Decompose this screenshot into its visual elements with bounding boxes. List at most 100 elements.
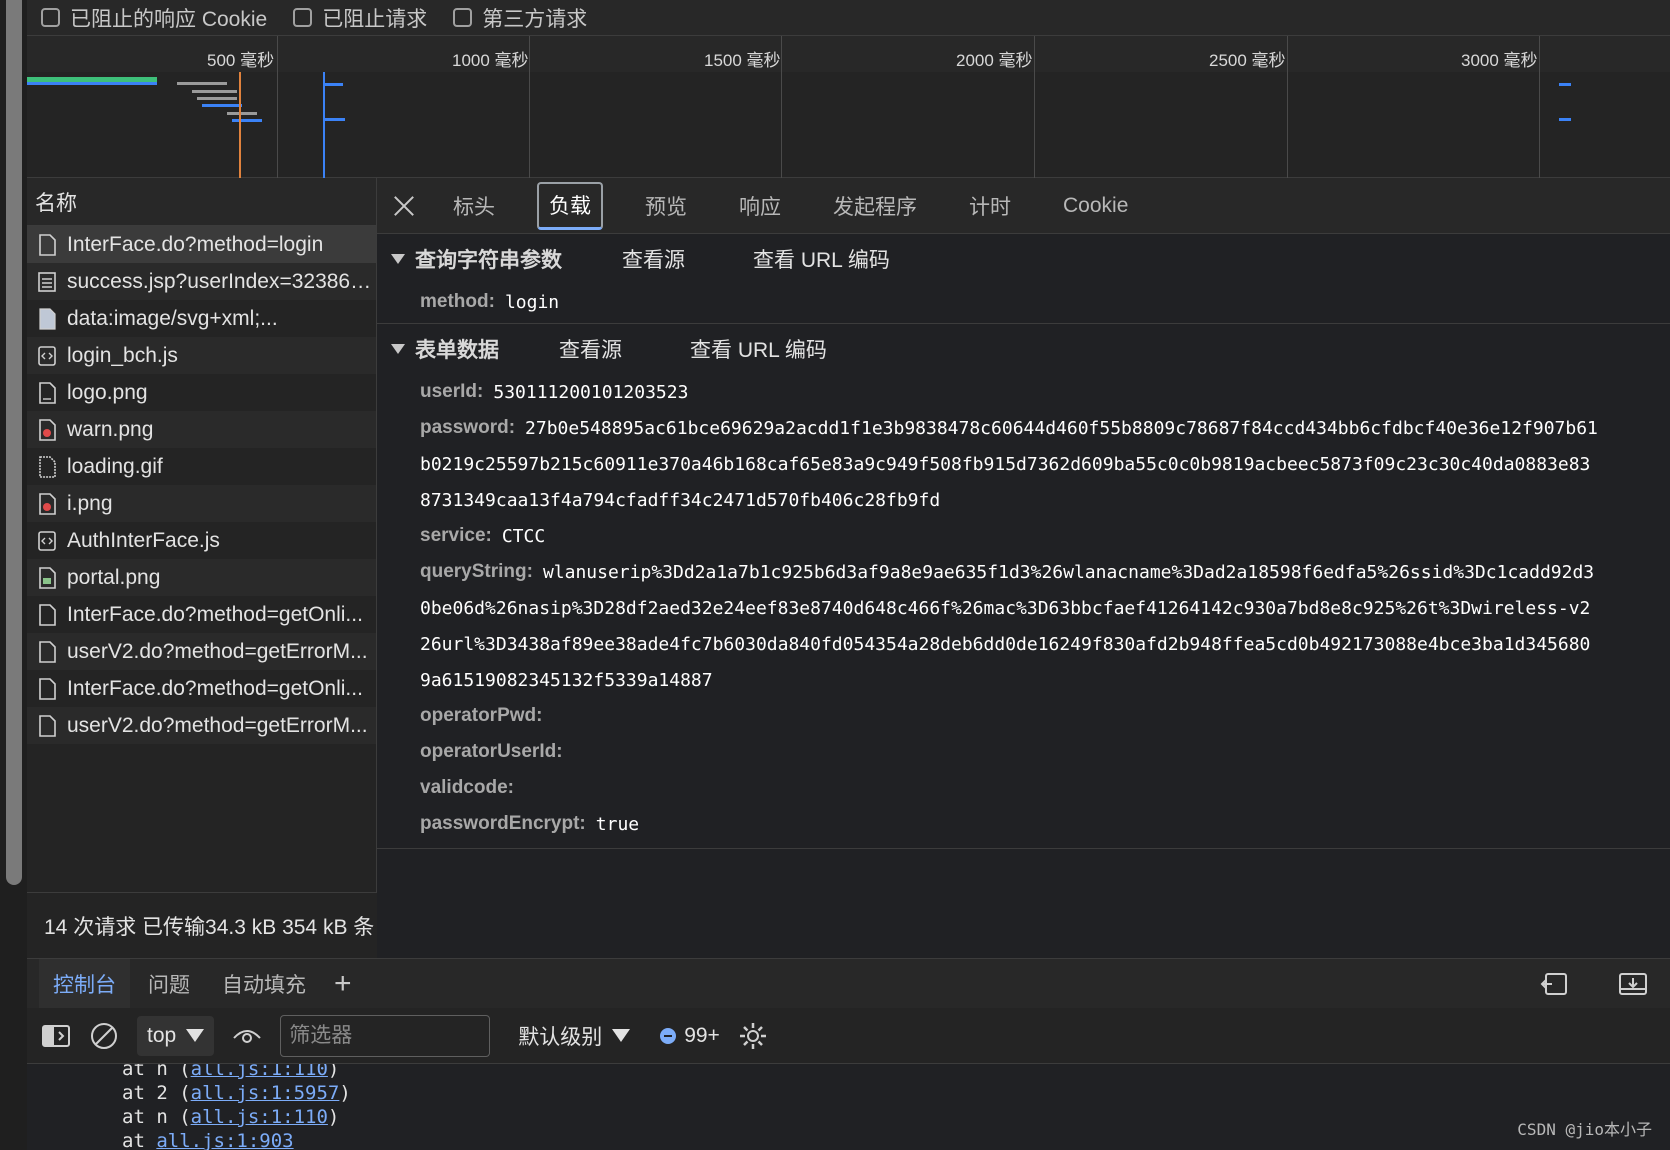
image-icon	[39, 307, 56, 330]
timeline-bar	[1559, 118, 1571, 121]
source-link[interactable]: all.js:1:110	[191, 1106, 328, 1128]
requests-pane: 名称 InterFace.do?method=login success.jsp…	[27, 178, 377, 958]
console-filter-input[interactable]	[280, 1014, 491, 1057]
tick-label-500: 500 毫秒	[207, 51, 275, 70]
collapse-triangle-icon[interactable]	[391, 344, 405, 354]
request-row[interactable]: userV2.do?method=getErrorM...	[27, 707, 376, 744]
tab-timing[interactable]: 计时	[959, 182, 1021, 230]
tick-label-1000: 1000 毫秒	[452, 51, 529, 70]
stack-prefix: at	[122, 1130, 157, 1150]
document-icon	[39, 233, 56, 256]
request-row[interactable]: InterFace.do?method=getOnli...	[27, 596, 376, 633]
collapse-triangle-icon[interactable]	[391, 254, 405, 264]
param-value: 27b0e548895ac61bce69629a2acdd1f1e3b98384…	[525, 417, 1598, 439]
tab-cookies[interactable]: Cookie	[1053, 182, 1138, 230]
timeline-bar	[227, 112, 257, 115]
sidebar-toggle-icon[interactable]	[41, 1023, 71, 1049]
image-icon	[39, 492, 56, 515]
timeline-bar	[1559, 83, 1571, 86]
request-row[interactable]: success.jsp?userIndex=323864...	[27, 263, 376, 300]
tick-line	[277, 36, 278, 178]
tick-label-3000: 3000 毫秒	[1461, 51, 1538, 70]
param-row: password: 27b0e548895ac61bce69629a2acdd1f…	[377, 410, 1670, 446]
tab-autofill[interactable]: 自动填充	[208, 959, 320, 1009]
view-url-encoded-link[interactable]: 查看 URL 编码	[753, 244, 890, 274]
load-event-line	[239, 72, 241, 178]
close-icon[interactable]	[391, 193, 417, 219]
request-row[interactable]: i.png	[27, 485, 376, 522]
checkbox-icon[interactable]	[453, 8, 473, 27]
form-data-header[interactable]: 表单数据 查看源 查看 URL 编码	[377, 324, 1670, 374]
request-row[interactable]: InterFace.do?method=getOnli...	[27, 670, 376, 707]
checkbox-icon[interactable]	[41, 8, 60, 27]
scrollbar-thumb[interactable]	[6, 0, 22, 885]
tab-initiator[interactable]: 发起程序	[823, 182, 927, 230]
param-value: login	[504, 291, 560, 313]
tab-preview[interactable]: 预览	[635, 182, 697, 230]
dock-side-icon[interactable]	[1540, 971, 1570, 997]
source-link[interactable]: all.js:1:903	[156, 1130, 293, 1150]
param-key: operatorUserId:	[420, 741, 563, 762]
add-tab-icon[interactable]: +	[334, 967, 352, 1001]
view-source-link[interactable]: 查看源	[622, 244, 685, 274]
request-row[interactable]: login_bch.js	[27, 337, 376, 374]
view-source-link[interactable]: 查看源	[559, 334, 622, 364]
request-row[interactable]: InterFace.do?method=login	[27, 226, 376, 263]
timeline-bar	[325, 83, 343, 86]
issues-counter[interactable]: 99+	[658, 1024, 720, 1048]
blocked-requests-label: 已阻止请求	[322, 7, 428, 31]
stack-trace-line: at n (all.js:1:110)	[122, 1064, 339, 1080]
document-icon	[38, 271, 56, 292]
tab-headers[interactable]: 标头	[443, 182, 505, 230]
request-name: InterFace.do?method=getOnli...	[67, 676, 363, 700]
context-selector[interactable]: top	[137, 1015, 215, 1056]
param-row: operatorPwd:	[377, 698, 1670, 734]
log-level-selector[interactable]: 默认级别	[508, 1016, 640, 1056]
request-row[interactable]: userV2.do?method=getErrorM...	[27, 633, 376, 670]
name-column-header[interactable]: 名称	[27, 178, 376, 226]
query-string-header[interactable]: 查询字符串参数 查看源 查看 URL 编码	[377, 234, 1670, 284]
request-name: data:image/svg+xml;...	[67, 306, 278, 330]
param-value-continuation: 0be06d%26nasip%3D28df2aed32e24eef83e8740…	[420, 597, 1591, 619]
request-row[interactable]: logo.png	[27, 374, 376, 411]
tab-payload[interactable]: 负载	[537, 181, 603, 230]
tab-issues[interactable]: 问题	[134, 959, 204, 1009]
param-value-continuation: 26url%3D3438af89ee38ade4fc7b6030da840fd0…	[420, 633, 1591, 655]
network-summary: 14 次请求 已传输34.3 kB 354 kB 条	[27, 892, 377, 958]
stack-trace-line: at 2 (all.js:1:5957)	[122, 1082, 351, 1104]
param-key: passwordEncrypt:	[420, 813, 586, 834]
view-url-encoded-link[interactable]: 查看 URL 编码	[690, 334, 827, 364]
left-scrollbar[interactable]	[0, 0, 27, 1150]
request-details-pane: 标头 负载 预览 响应 发起程序 计时 Cookie 查询字符串参数 查看源 查…	[377, 178, 1670, 958]
request-name: AuthInterFace.js	[67, 528, 220, 552]
blocked-requests-checkbox[interactable]: 已阻止请求	[293, 3, 427, 33]
network-overview-timeline[interactable]: 500 毫秒 1000 毫秒 1500 毫秒 2000 毫秒 2500 毫秒 3…	[27, 36, 1670, 178]
request-row[interactable]: loading.gif	[27, 448, 376, 485]
timeline-bar	[202, 104, 242, 107]
checkbox-icon[interactable]	[293, 8, 313, 27]
console-toolbar: top 默认级别 99+	[27, 1008, 1670, 1064]
source-link[interactable]: all.js:1:5957	[191, 1082, 340, 1104]
third-party-checkbox[interactable]: 第三方请求	[453, 3, 587, 33]
request-row[interactable]: portal.png	[27, 559, 376, 596]
tab-response[interactable]: 响应	[729, 182, 791, 230]
request-row[interactable]: data:image/svg+xml;...	[27, 300, 376, 337]
tab-console[interactable]: 控制台	[39, 958, 130, 1009]
document-icon	[39, 603, 56, 626]
request-row[interactable]: warn.png	[27, 411, 376, 448]
eye-icon[interactable]	[232, 1024, 262, 1048]
image-icon	[39, 381, 56, 404]
blocked-cookies-label: 已阻止的响应 Cookie	[70, 7, 268, 31]
blocked-cookies-checkbox[interactable]: 已阻止的响应 Cookie	[41, 3, 267, 33]
undock-drawer-icon[interactable]	[1618, 971, 1648, 997]
request-name: login_bch.js	[67, 343, 178, 367]
watermark: CSDN @jio本小子	[1517, 1120, 1652, 1139]
source-link[interactable]: all.js:1:110	[191, 1064, 328, 1080]
param-key: queryString:	[420, 561, 533, 582]
gear-icon[interactable]	[738, 1021, 768, 1051]
third-party-label: 第三方请求	[482, 7, 588, 31]
request-row[interactable]: AuthInterFace.js	[27, 522, 376, 559]
timeline-bar	[27, 82, 157, 85]
clear-console-icon[interactable]	[89, 1021, 119, 1051]
param-row: service: CTCC	[377, 518, 1670, 554]
